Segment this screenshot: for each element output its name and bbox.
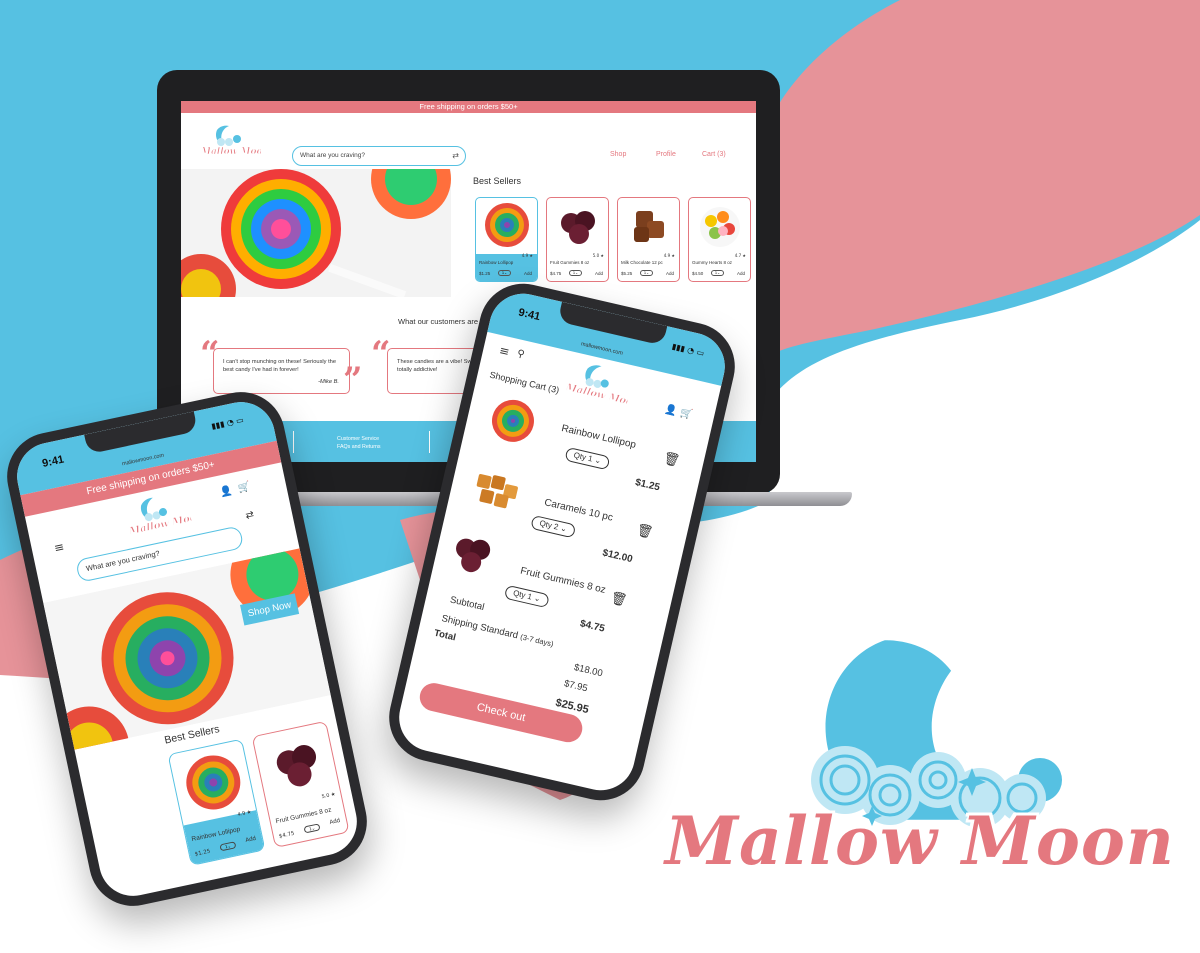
qty-select[interactable]: 1⌄ — [569, 270, 582, 276]
qty-select[interactable]: 1⌄ — [711, 270, 724, 276]
footer-col-service: Customer Service FAQs and Returns — [337, 435, 381, 451]
testimonial-text: I can't stop munching on these! Seriousl… — [223, 359, 337, 373]
qty-select[interactable]: 1⌄ — [498, 270, 511, 276]
rating: 4.9 ★ — [663, 253, 675, 258]
site-header: Mallow Moon What are you craving? ⇄ Shop… — [181, 113, 756, 168]
testimonial-author: -Lily K. — [495, 378, 513, 385]
product-card[interactable]: 4.9 ★ Rainbow Lollipop $1.25 1⌄ Add — [475, 197, 538, 282]
star-icon: ★ — [742, 253, 746, 258]
brand-wordmark: Mallow Moon — [664, 801, 1176, 882]
testimonial-card: I can't stop munching on these! Seriousl… — [213, 348, 350, 394]
rating: 4.9 ★ — [521, 253, 533, 258]
product-card[interactable]: 5.0 ★ Fruit Gummies 8 oz $4.75 1⌄ Add — [546, 197, 609, 282]
site-footer: About Contact Customer Service FAQs and … — [181, 421, 756, 462]
shipping-banner: Free shipping on orders $50+ — [181, 101, 756, 113]
testimonials-title: What our customers are saying: — [398, 317, 504, 326]
product-name: Rainbow Lollipop — [479, 260, 514, 265]
product-card[interactable]: 4.7 ★ Gummy Hearts 8 oz $4.50 1⌄ Add — [688, 197, 751, 282]
product-name: Gummy Hearts 8 oz — [692, 260, 733, 265]
search-input[interactable]: What are you craving? ⇄ — [292, 146, 466, 166]
hero-lollipop-image — [181, 169, 451, 297]
product-name: Fruit Gummies 8 oz — [550, 260, 590, 265]
fruit-gummies-image — [561, 211, 595, 244]
gummy-hearts-image — [700, 207, 740, 247]
add-button[interactable]: Add — [595, 271, 603, 276]
filter-icon[interactable]: ⇄ — [452, 147, 459, 164]
quote-icon: ” — [343, 360, 363, 400]
star-icon: ★ — [671, 253, 675, 258]
product-card[interactable]: 4.9 ★ Milk Chocolate 12 pc $5.25 1⌄ Add — [617, 197, 680, 282]
laptop-base — [120, 492, 852, 506]
testimonial-text: These candies are a vibe! Sweet, soft, a… — [397, 359, 505, 373]
product-price: $4.50 — [692, 271, 704, 276]
footer-link[interactable]: Customer Service — [337, 435, 381, 443]
product-price: $5.25 — [621, 271, 633, 276]
laptop-brand-label: MacBook — [451, 478, 489, 488]
svg-text:Mallow Moon: Mallow Moon — [200, 147, 261, 157]
product-name: Milk Chocolate 12 pc — [621, 260, 663, 265]
product-price: $4.75 — [550, 271, 562, 276]
rating: 4.7 ★ — [734, 253, 746, 258]
add-button[interactable]: Add — [524, 271, 532, 276]
add-button[interactable]: Add — [737, 271, 745, 276]
selected-highlight — [476, 254, 537, 281]
footer-col-about: About Contact — [243, 435, 261, 451]
mallow-moon-logo[interactable]: Mallow Moon — [199, 123, 261, 159]
milk-chocolate-image — [634, 211, 664, 242]
qty-select[interactable]: 1⌄ — [640, 270, 653, 276]
nav-profile[interactable]: Profile — [656, 151, 676, 158]
footer-link[interactable]: About — [243, 435, 261, 443]
nav-shop[interactable]: Shop — [610, 151, 626, 158]
add-button[interactable]: Add — [666, 271, 674, 276]
desktop-site: Free shipping on orders $50+ Mallow Moon… — [181, 101, 756, 462]
search-placeholder: What are you craving? — [300, 152, 366, 159]
star-icon: ★ — [529, 253, 533, 258]
star-icon: ★ — [600, 253, 604, 258]
testimonial-card: These candies are a vibe! Sweet, soft, a… — [387, 348, 524, 394]
rating: 5.0 ★ — [592, 253, 604, 258]
product-price: $1.25 — [479, 271, 491, 276]
testimonial-author: -Mike B. — [318, 378, 339, 385]
footer-link[interactable]: FAQs and Returns — [337, 443, 381, 451]
rainbow-lollipop-image — [485, 203, 529, 247]
footer-link[interactable]: Contact — [243, 443, 261, 451]
best-sellers-title: Best Sellers — [473, 176, 522, 186]
nav-cart[interactable]: Cart (3) — [702, 151, 726, 158]
